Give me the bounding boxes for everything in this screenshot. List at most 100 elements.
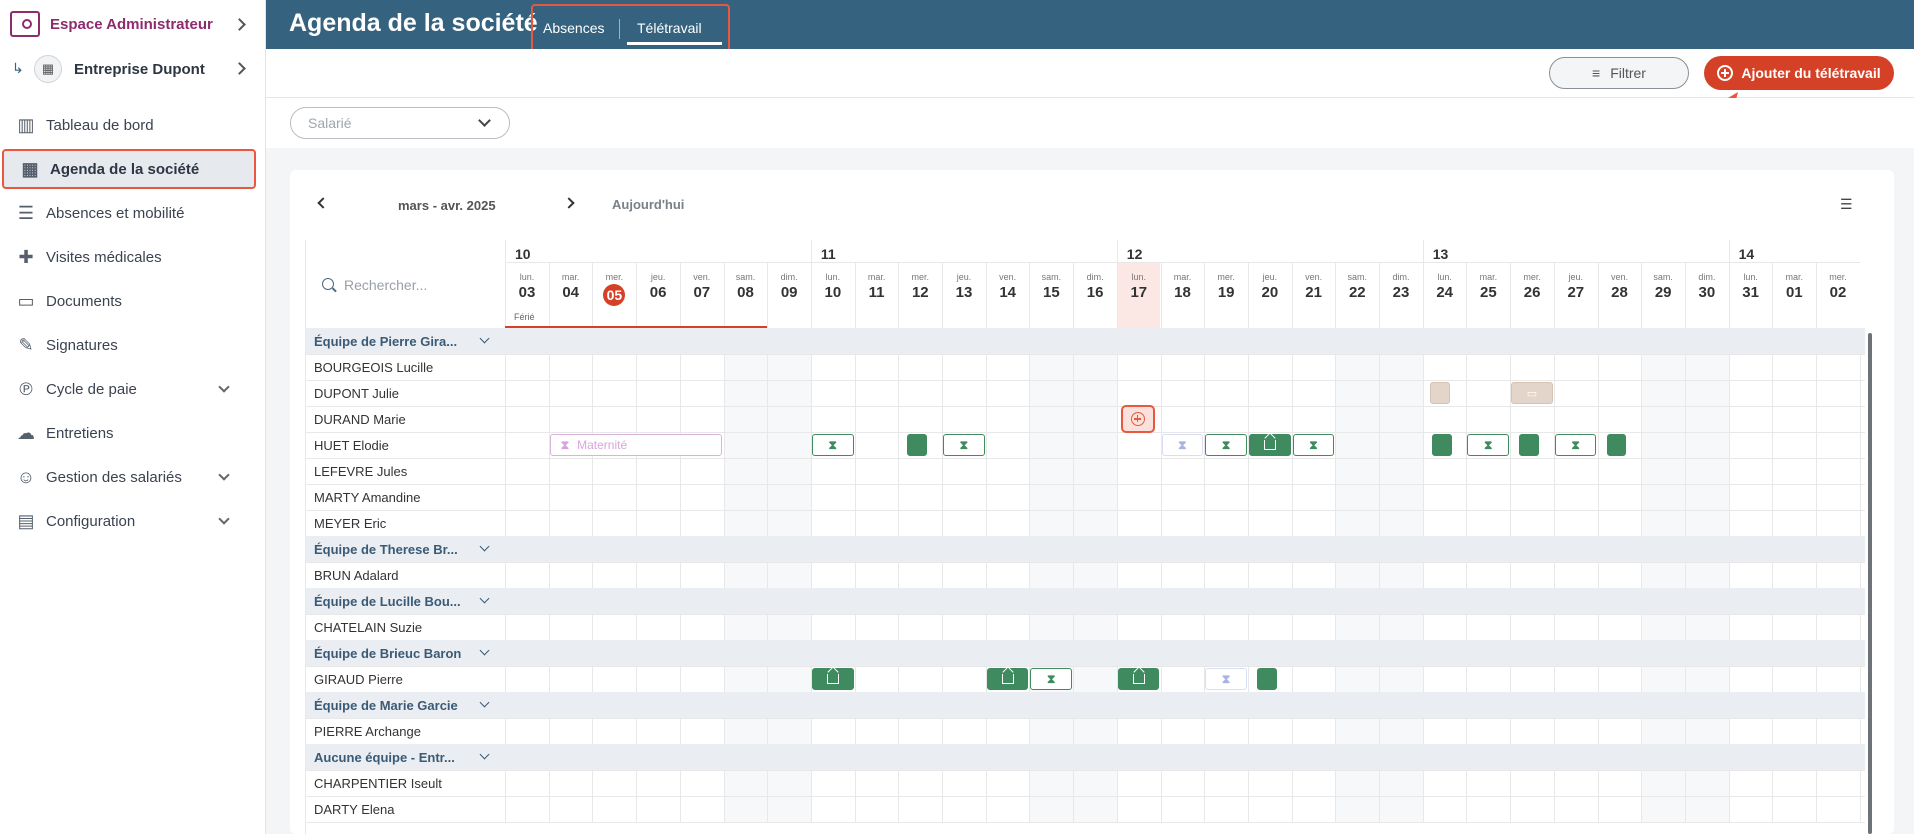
- day-header[interactable]: mer. 05: [592, 240, 636, 306]
- employee-select[interactable]: Salarié: [290, 107, 510, 139]
- telework-event[interactable]: ⧗: [1030, 668, 1073, 690]
- chevron-down-icon[interactable]: [479, 645, 490, 656]
- sidebar-item-agenda-de-la-societe[interactable]: ▦ Agenda de la société: [2, 149, 256, 189]
- day-header[interactable]: sam. 29: [1641, 240, 1685, 301]
- telework-event[interactable]: [1606, 434, 1627, 456]
- day-header[interactable]: mar. 25: [1466, 240, 1510, 301]
- day-header[interactable]: ven. 21: [1292, 240, 1336, 301]
- day-header[interactable]: jeu. 20: [1248, 240, 1292, 301]
- cell-separator: [1247, 614, 1249, 640]
- team-row[interactable]: Aucune équipe - Entr...: [305, 744, 1865, 770]
- day-header[interactable]: mar. 01: [1772, 240, 1816, 301]
- home-icon: [1001, 674, 1014, 684]
- day-header[interactable]: sam. 15: [1029, 240, 1073, 301]
- day-header[interactable]: lun. 17: [1117, 240, 1161, 301]
- day-header[interactable]: mer. 12: [898, 240, 942, 301]
- add-telework-button[interactable]: Ajouter du télétravail: [1704, 56, 1894, 90]
- filter-button[interactable]: ≡ Filtrer: [1549, 57, 1689, 89]
- cell-separator: [505, 458, 506, 484]
- day-header[interactable]: mer. 02: [1816, 240, 1860, 301]
- telework-event[interactable]: ⧗: [943, 434, 985, 456]
- sidebar-item-signatures[interactable]: ✎ Signatures: [0, 325, 258, 365]
- day-header[interactable]: dim. 09: [767, 240, 811, 301]
- next-period-button[interactable]: [563, 197, 575, 209]
- sidebar-item-documents[interactable]: ▭ Documents: [0, 281, 258, 321]
- previous-period-button[interactable]: [317, 197, 329, 209]
- telework-event[interactable]: [1429, 382, 1450, 404]
- day-header[interactable]: sam. 22: [1335, 240, 1379, 301]
- sidebar-item-cycle-de-paie[interactable]: ℗ Cycle de paie: [0, 369, 258, 409]
- chevron-down-icon[interactable]: [479, 593, 490, 604]
- day-header[interactable]: jeu. 13: [942, 240, 986, 301]
- telework-event[interactable]: ▭: [1511, 382, 1553, 404]
- cell-separator: [1379, 562, 1380, 588]
- company-switcher[interactable]: ↳ ▦ Entreprise Dupont: [0, 49, 266, 89]
- telework-event[interactable]: [811, 668, 854, 690]
- sidebar-item-tableau-de-bord[interactable]: ▥ Tableau de bord: [0, 105, 258, 145]
- day-header[interactable]: dim. 30: [1685, 240, 1729, 301]
- team-row[interactable]: Équipe de Marie Garcie: [305, 692, 1865, 718]
- day-header[interactable]: mar. 04: [549, 240, 593, 301]
- day-header[interactable]: jeu. 06: [636, 240, 680, 301]
- telework-event[interactable]: ⧗: [1205, 668, 1247, 690]
- telework-event[interactable]: [1117, 668, 1160, 690]
- tab-teletravail[interactable]: Télétravail: [637, 20, 702, 36]
- telework-event[interactable]: ⧗: [811, 434, 854, 456]
- day-header[interactable]: dim. 23: [1379, 240, 1423, 301]
- chevron-down-icon[interactable]: [479, 749, 490, 760]
- telework-event[interactable]: [1431, 434, 1452, 456]
- chevron-down-icon[interactable]: [479, 333, 490, 344]
- day-header[interactable]: lun. 24: [1423, 240, 1467, 301]
- vertical-scrollbar[interactable]: [1868, 333, 1872, 834]
- team-row[interactable]: Équipe de Therese Br...: [305, 536, 1865, 562]
- tab-absences[interactable]: Absences: [543, 20, 604, 36]
- sidebar-item-absences-et-mobilite[interactable]: ☰ Absences et mobilité: [0, 193, 258, 233]
- day-header[interactable]: mar. 11: [855, 240, 899, 301]
- day-header[interactable]: ven. 28: [1598, 240, 1642, 301]
- day-header[interactable]: ven. 14: [986, 240, 1030, 301]
- telework-event[interactable]: [1248, 434, 1291, 456]
- day-header[interactable]: sam. 08: [724, 240, 768, 301]
- cell-separator: [723, 666, 725, 692]
- telework-event[interactable]: ⧗: [1554, 434, 1597, 456]
- day-header[interactable]: mar. 18: [1161, 240, 1205, 301]
- day-header[interactable]: lun. 10: [811, 240, 855, 301]
- sidebar-item-configuration[interactable]: ▤ Configuration: [0, 501, 258, 541]
- team-row[interactable]: Équipe de Brieuc Baron: [305, 640, 1865, 666]
- search-input[interactable]: Rechercher...: [344, 277, 427, 293]
- employee-search[interactable]: Rechercher...: [305, 240, 505, 328]
- telework-event[interactable]: ⧗: [1205, 434, 1247, 456]
- cell-separator: [1816, 484, 1817, 510]
- day-header[interactable]: lun. 31: [1729, 240, 1773, 301]
- telework-event[interactable]: [907, 434, 928, 456]
- chevron-down-icon[interactable]: [218, 469, 230, 481]
- chevron-down-icon[interactable]: [218, 381, 230, 393]
- day-of-week: jeu.: [956, 272, 972, 282]
- chevron-down-icon[interactable]: [479, 541, 490, 552]
- chevron-down-icon[interactable]: [479, 697, 490, 708]
- telework-event[interactable]: [986, 668, 1029, 690]
- list-view-icon[interactable]: ☰: [1840, 196, 1856, 212]
- team-row[interactable]: Équipe de Lucille Bou...: [305, 588, 1865, 614]
- day-header[interactable]: lun. 03: [505, 240, 549, 301]
- telework-event[interactable]: [1519, 434, 1539, 456]
- today-button[interactable]: Aujourd'hui: [612, 197, 684, 212]
- admin-space-switcher[interactable]: Espace Administrateur: [0, 0, 266, 49]
- day-header[interactable]: ven. 07: [680, 240, 724, 301]
- day-header[interactable]: mer. 19: [1204, 240, 1248, 301]
- telework-event[interactable]: [1256, 668, 1277, 690]
- telework-event[interactable]: ⧗: [1161, 434, 1204, 456]
- cell-separator: [1859, 484, 1861, 510]
- team-row[interactable]: Équipe de Pierre Gira...: [305, 328, 1865, 354]
- sidebar-item-gestion-des-salaries[interactable]: ☺ Gestion des salariés: [0, 457, 258, 497]
- day-header[interactable]: mer. 26: [1510, 240, 1554, 301]
- sidebar-item-visites-medicales[interactable]: ✚ Visites médicales: [0, 237, 258, 277]
- telework-event[interactable]: ⧗: [1467, 434, 1510, 456]
- sidebar-item-entretiens[interactable]: ☁ Entretiens: [0, 413, 258, 453]
- add-telework-cell-button[interactable]: [1120, 405, 1155, 433]
- day-header[interactable]: dim. 16: [1073, 240, 1117, 301]
- day-header[interactable]: jeu. 27: [1554, 240, 1598, 301]
- telework-event[interactable]: ⧗ Maternité: [549, 434, 723, 456]
- chevron-down-icon[interactable]: [218, 513, 230, 525]
- telework-event[interactable]: ⧗: [1292, 434, 1335, 456]
